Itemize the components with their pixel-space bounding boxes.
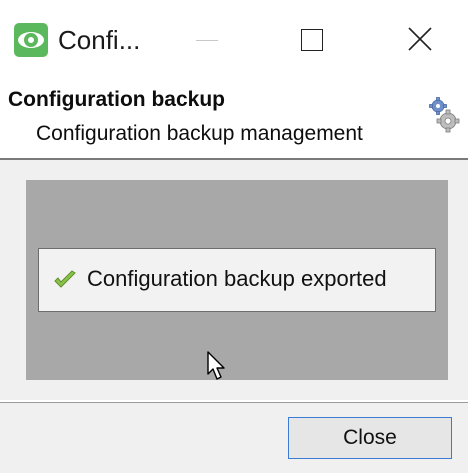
maximize-button[interactable] [282,14,342,66]
maximize-icon [301,29,323,51]
check-icon [54,270,76,288]
export-notification: Configuration backup exported [38,248,436,312]
window-title: Confi... [58,25,141,55]
close-icon [408,27,432,51]
gears-icon [429,97,460,133]
minimize-button[interactable] [176,14,236,66]
mouse-cursor-icon [207,351,225,380]
close-button[interactable]: Close [288,417,452,459]
eye-app-icon [14,23,48,57]
dialog-header: Configuration backup Configuration backu… [0,80,468,158]
minimize-icon [196,40,218,41]
title-bar[interactable]: Confi... [0,0,468,80]
header-subtitle: Configuration backup management [36,122,363,145]
content-area: Configuration backup exported [0,160,468,400]
dialog-footer: Close [0,403,468,473]
configuration-backup-dialog: Confi... Configuration backup Configurat… [0,0,468,473]
header-title: Configuration backup [8,88,225,111]
notification-text: Configuration backup exported [87,266,387,291]
status-panel: Configuration backup exported [26,180,448,380]
close-window-button[interactable] [390,14,450,66]
